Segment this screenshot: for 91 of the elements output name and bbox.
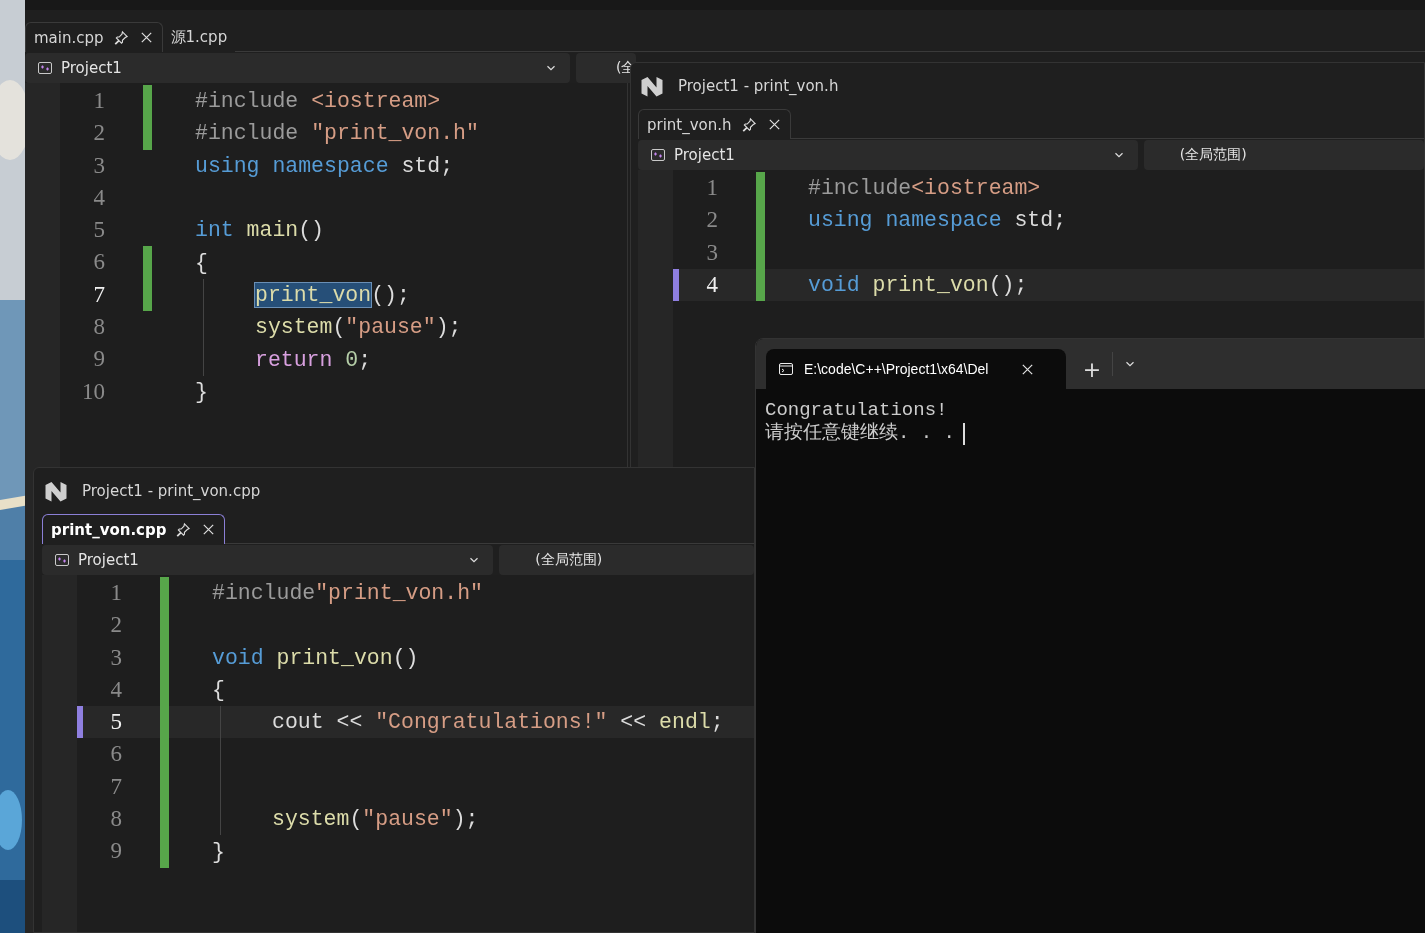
code-token: using namespace xyxy=(808,208,1002,233)
line-number: 9 xyxy=(109,837,122,866)
code-token: return xyxy=(255,347,334,372)
line-number: 3 xyxy=(109,643,122,672)
line-number: 8 xyxy=(109,805,122,834)
line-number: 2 xyxy=(109,611,122,640)
code-token: print_von xyxy=(872,273,989,298)
window-title: Project1 - print_von.h xyxy=(678,77,839,95)
code-token: #include xyxy=(808,176,912,201)
line-number: 9 xyxy=(92,345,105,374)
code-token: #include xyxy=(195,89,300,114)
code-token: <iostream> xyxy=(311,89,441,114)
project-icon xyxy=(54,552,70,568)
code-token: ); xyxy=(435,315,462,340)
code-token: "print_von.h" xyxy=(315,581,483,606)
code-token: print_von xyxy=(276,645,393,670)
code-token: () xyxy=(392,645,419,670)
code-token: print_von xyxy=(255,282,372,307)
code-token: "pause" xyxy=(362,807,453,832)
code-token: ( xyxy=(349,807,363,832)
code-token: std; xyxy=(400,153,454,178)
project-icon xyxy=(37,60,53,76)
line-number: 5 xyxy=(109,708,122,737)
code-token: (); xyxy=(988,273,1028,298)
code-token: std; xyxy=(1013,208,1067,233)
code-token: (); xyxy=(371,282,410,307)
pin-icon xyxy=(176,522,192,537)
line-number: 3 xyxy=(705,238,718,267)
code-token: endl xyxy=(659,710,711,735)
code-token: } xyxy=(212,839,225,864)
code-token: void xyxy=(212,645,265,670)
project-icon xyxy=(650,147,666,163)
code-token: << xyxy=(619,710,648,735)
line-number: 4 xyxy=(109,675,122,704)
code-token: <iostream> xyxy=(911,176,1041,201)
file-tab[interactable]: 源1.cpp xyxy=(162,22,236,52)
file-tab[interactable]: print_von.h xyxy=(638,109,791,139)
line-number: 2 xyxy=(92,119,105,148)
code-token: "Congratulations!" xyxy=(375,710,608,735)
console-output: 请按任意键继续. . . xyxy=(765,422,955,445)
code-token: () xyxy=(298,218,325,243)
line-number: 10 xyxy=(81,377,105,406)
project-dropdown[interactable]: Project1 xyxy=(42,545,494,575)
code-token: ); xyxy=(452,807,479,832)
line-number: 3 xyxy=(92,151,105,180)
line-number: 4 xyxy=(705,270,718,299)
line-number: 6 xyxy=(92,248,105,277)
code-token: system xyxy=(255,315,333,340)
window-title: Project1 - print_von.cpp xyxy=(82,482,261,500)
code-token: 0 xyxy=(345,347,359,372)
new-tab-button[interactable]: + xyxy=(1072,349,1112,389)
code-token: { xyxy=(195,250,208,275)
text-cursor xyxy=(963,422,965,445)
code-token: "pause" xyxy=(345,315,436,340)
project-dropdown[interactable]: Project1 xyxy=(25,53,570,83)
terminal-icon xyxy=(778,361,794,377)
line-number: 7 xyxy=(109,772,122,801)
code-token: } xyxy=(195,379,208,404)
line-number: 1 xyxy=(109,579,122,607)
line-number: 8 xyxy=(92,313,105,342)
line-number: 1 xyxy=(92,87,105,115)
line-number: 4 xyxy=(92,183,105,212)
file-tab[interactable]: print_von.cpp xyxy=(42,514,226,544)
code-token: void xyxy=(808,273,861,298)
code-token: system xyxy=(272,807,350,832)
code-token: cout << xyxy=(272,710,364,735)
code-token: using namespace xyxy=(195,153,389,178)
console-output: Congratulations! xyxy=(765,399,949,422)
terminal-tab[interactable]: E:\code\C++\Project1\x64\Del xyxy=(766,349,1066,389)
code-token: #include xyxy=(195,121,300,146)
code-token: ; xyxy=(358,347,372,372)
code-token: "print_von.h" xyxy=(311,121,479,146)
code-token: int xyxy=(195,218,235,243)
logo-icon xyxy=(44,479,68,503)
line-number: 2 xyxy=(705,206,718,235)
line-number: 5 xyxy=(92,216,105,245)
line-number: 1 xyxy=(705,174,718,202)
logo-icon xyxy=(640,74,664,98)
file-tab[interactable]: main.cpp xyxy=(25,22,163,52)
code-token: ( xyxy=(332,315,346,340)
scope-dropdown[interactable]: (全局范围) xyxy=(499,545,754,575)
code-token: #include xyxy=(212,581,316,606)
code-token: ; xyxy=(710,710,724,735)
scope-dropdown[interactable]: (全局范围) xyxy=(1143,140,1424,170)
pin-icon xyxy=(741,117,757,132)
project-dropdown[interactable]: Project1 xyxy=(638,140,1138,170)
line-number: 7 xyxy=(92,280,105,309)
pin-icon xyxy=(113,30,129,45)
line-number: 6 xyxy=(109,740,122,769)
code-token: main xyxy=(246,218,299,243)
code-token: { xyxy=(212,678,225,703)
